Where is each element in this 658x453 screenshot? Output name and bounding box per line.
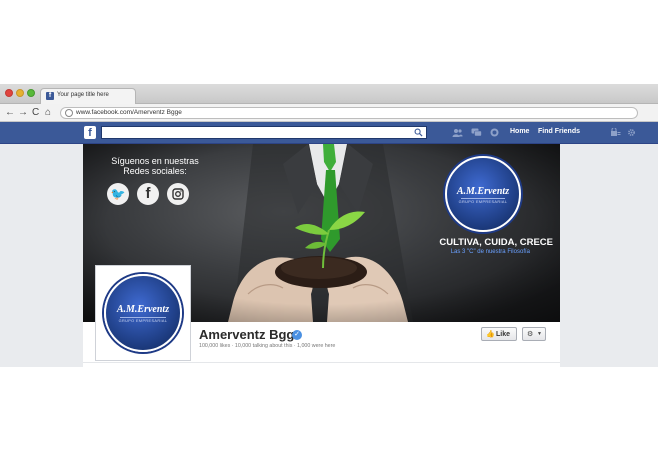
close-window-button[interactable] [5,89,13,97]
follow-us-text: Síguenos en nuestras Redes sociales: [111,156,199,176]
find-friends-link[interactable]: Find Friends [538,128,580,135]
facebook-search-input[interactable] [101,126,427,139]
privacy-shortcuts-icon[interactable] [610,128,621,137]
facebook-icon[interactable]: f [137,183,159,205]
page-stats: 100,000 likes · 10,000 talking about thi… [199,343,336,349]
address-bar[interactable]: www.facebook.com/Amerventz Bgge [60,107,638,119]
verified-badge-icon: ✓ [292,330,302,340]
instagram-icon[interactable] [167,183,189,205]
home-button[interactable]: ⌂ [45,107,51,119]
messages-icon[interactable] [471,128,482,137]
page-title[interactable]: Amerventz Bgge [199,327,302,342]
address-toolbar: ← → C ⌂ www.facebook.com/Amerventz Bgge [0,104,658,122]
profile-picture[interactable]: A.M.Erventz GRUPO EMPRESARIAL [95,265,191,361]
maximize-window-button[interactable] [27,89,35,97]
thumbs-up-icon: 👍 [486,331,495,338]
cover-brand-logo: A.M.Erventz GRUPO EMPRESARIAL [445,156,521,232]
browser-tab[interactable]: f Your page title here [40,88,136,104]
account-settings-gear-icon[interactable] [626,128,637,137]
chevron-down-icon: ▼ [537,331,542,337]
divider [83,362,560,363]
cover-brand-tagline: GRUPO EMPRESARIAL [458,200,508,204]
browser-window: f Your page title here ← → C ⌂ www.faceb… [0,84,658,367]
home-link[interactable]: Home [510,128,529,135]
back-button[interactable]: ← [5,107,15,119]
like-button[interactable]: 👍 Like [481,327,517,341]
cover-brand-name: A.M.Erventz [456,186,510,197]
minimize-window-button[interactable] [16,89,24,97]
page-content: Síguenos en nuestras Redes sociales: 🐦 f… [83,144,560,367]
tab-title: Your page title here [57,92,109,98]
facebook-logo-icon[interactable]: f [84,126,96,139]
reload-button[interactable]: C [32,107,39,119]
profile-picture-inner: A.M.Erventz GRUPO EMPRESARIAL [100,270,186,356]
address-url: www.facebook.com/Amerventz Bgge [76,109,182,116]
page-settings-button[interactable]: ⚙ ▼ [522,327,546,341]
profile-brand-tagline: GRUPO EMPRESARIAL [118,319,168,323]
screenshot-stage: f Your page title here ← → C ⌂ www.faceb… [0,0,658,453]
twitter-icon[interactable]: 🐦 [107,183,129,205]
facebook-top-bar: f Home Find Friends [0,122,658,144]
cover-motto-subtitle: Las 3 "C" de nuestra Filosofía [450,249,530,255]
profile-brand-divider [120,317,166,318]
profile-brand-name: A.M.Erventz [116,304,170,315]
facebook-favicon-icon: f [46,92,54,100]
cover-brand-divider [461,198,505,199]
forward-button[interactable]: → [18,107,28,119]
gear-icon: ⚙ [527,331,534,338]
notifications-globe-icon[interactable] [489,128,500,137]
profile-brand-logo: A.M.Erventz GRUPO EMPRESARIAL [104,274,182,352]
search-icon[interactable] [414,128,423,137]
cover-motto: CULTIVA, CUIDA, CRECE [439,237,553,248]
like-button-label: Like [496,331,511,338]
friend-requests-icon[interactable] [452,128,463,137]
globe-icon [65,109,73,117]
tab-bar: f Your page title here [0,84,658,104]
